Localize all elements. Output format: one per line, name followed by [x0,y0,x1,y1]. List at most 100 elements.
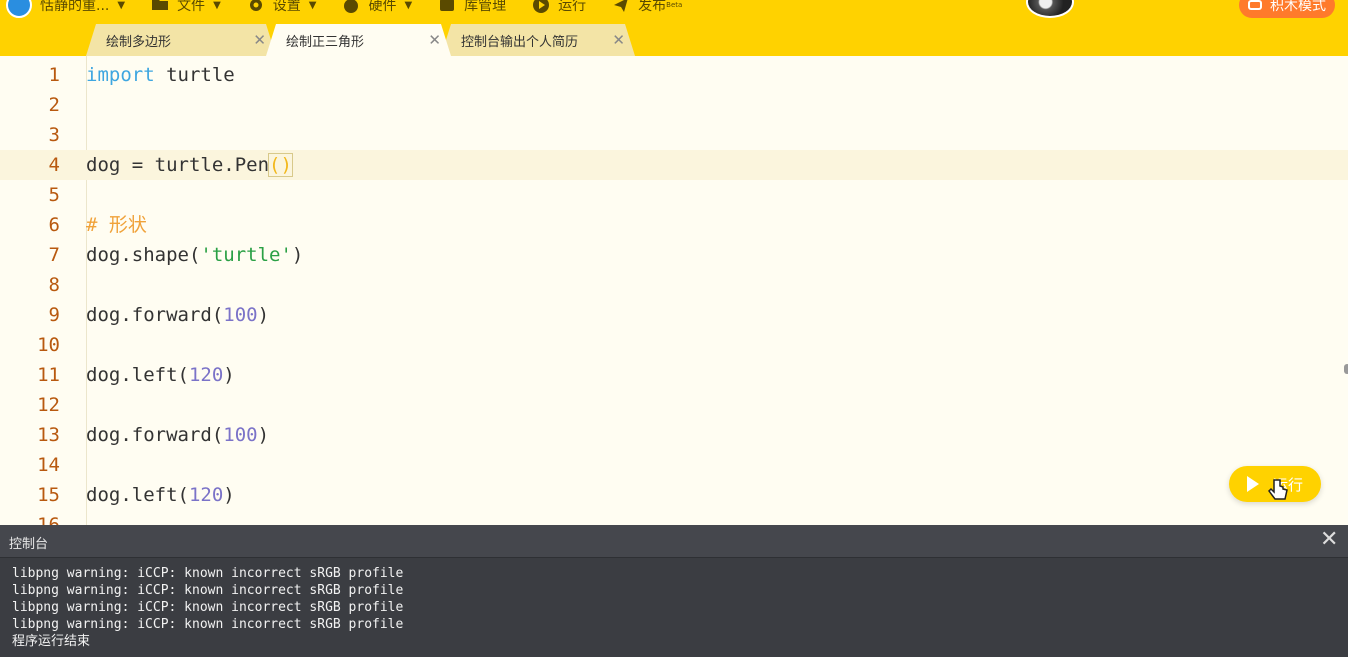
play-icon [1246,476,1259,492]
code-token: dog = turtle.Pen [86,154,270,176]
send-icon [612,0,630,14]
console-line: libpng warning: iCCP: known incorrect sR… [12,600,404,615]
line-number: 2 [48,94,60,116]
menu-library[interactable]: 库管理 [438,0,506,15]
tab-console-resume[interactable]: 控制台输出个人简历 ✕ [441,24,635,56]
line-number: 12 [37,394,60,416]
menu-bar: 恬静的重... ▼ 文件 ▼ 设置 ▼ 硬件 ▼ 库管理 运行 发布 Beta [0,0,708,16]
code-token: ) [257,424,270,446]
code-token: import [86,64,155,86]
code-line[interactable]: 14 [0,450,1348,480]
code-line[interactable]: 13 dog.forward(100) [0,420,1348,450]
close-icon[interactable]: ✕ [418,31,441,49]
code-token: ) [223,364,235,386]
console-line: libpng warning: iCCP: known incorrect sR… [12,617,404,632]
code-token: 'turtle' [200,244,292,266]
chevron-down-icon: ▼ [213,0,221,11]
line-number: 16 [37,514,60,525]
line-number: 3 [48,124,60,146]
code-token: dog.forward( [86,304,224,326]
close-icon[interactable]: ✕ [602,31,625,49]
code-token: ) [223,484,235,506]
line-number: 7 [48,244,60,266]
code-token: ) [257,304,270,326]
line-number: 10 [37,334,60,356]
tab-draw-triangle[interactable]: 绘制正三角形 ✕ [266,24,451,56]
chevron-down-icon: ▼ [308,0,317,11]
code-token: 100 [223,304,258,326]
console-output: libpng warning: iCCP: known incorrect sR… [12,565,403,650]
beta-badge: Beta [666,1,683,9]
code-token: ) [291,244,304,266]
menu-publish[interactable]: 发布 Beta [612,0,682,15]
code-text: dog = turtle.Pen() [86,150,293,180]
tab-label: 绘制正三角形 [286,34,365,50]
close-icon[interactable]: ✕ [1320,527,1338,552]
menu-settings[interactable]: 设置 ▼ [247,0,317,15]
code-token: dog.forward( [86,424,224,446]
user-avatar[interactable] [1026,0,1074,18]
hand-cursor-icon [1268,478,1288,508]
line-number: 6 [48,214,60,236]
code-text: dog.left(120) [86,480,235,510]
code-editor[interactable]: 1 import turtle 2 3 4 dog = turtle.Pen() 5 6 # 形… [0,56,1348,525]
scrollbar[interactable] [1344,364,1348,374]
console-panel: 控制台 ✕ libpng warning: iCCP: known incorr… [0,525,1348,657]
console-title: 控制台 [9,537,49,552]
code-line[interactable]: 6 # 形状 [0,210,1348,240]
code-line[interactable]: 4 dog = turtle.Pen() [0,150,1348,180]
code-token: dog.left( [86,364,189,386]
menu-settings-label: 设置 [272,0,301,14]
code-token: 120 [188,364,224,386]
code-text: dog.forward(100) [86,300,269,330]
blocks-icon [1248,0,1262,10]
code-token: dog.shape( [86,244,201,266]
gear-icon [247,0,265,14]
code-text: dog.forward(100) [86,420,269,450]
code-token: 100 [223,424,258,446]
menu-file-label: 文件 [177,0,206,14]
code-line[interactable]: 1 import turtle [0,60,1348,90]
block-mode-label: 积木模式 [1270,0,1326,14]
line-number: 13 [37,424,60,446]
line-number: 1 [48,64,60,86]
code-line[interactable]: 11 dog.left(120) [0,360,1348,390]
user-menu[interactable]: 恬静的重... ▼ [40,0,125,15]
close-icon[interactable]: ✕ [243,31,266,49]
block-mode-button[interactable]: 积木模式 [1239,0,1335,18]
code-token: dog.left( [86,484,189,506]
tab-label: 绘制多边形 [106,34,172,50]
code-line[interactable]: 10 [0,330,1348,360]
menu-run-label: 运行 [558,0,587,14]
code-line[interactable]: 5 [0,180,1348,210]
code-line[interactable]: 8 [0,270,1348,300]
code-text: dog.left(120) [86,360,235,390]
code-line[interactable]: 7 dog.shape('turtle') [0,240,1348,270]
code-line[interactable]: 12 [0,390,1348,420]
console-line: 程序运行结束 [12,634,91,649]
tab-draw-polygon[interactable]: 绘制多边形 ✕ [86,24,276,56]
menu-file[interactable]: 文件 ▼ [151,0,221,15]
menu-library-label: 库管理 [464,0,507,14]
code-line[interactable]: 3 [0,120,1348,150]
file-tabs: 绘制多边形 ✕ 绘制正三角形 ✕ 控制台输出个人简历 ✕ [86,24,625,56]
line-number: 4 [48,154,60,176]
chevron-down-icon: ▼ [117,0,126,11]
menu-run[interactable]: 运行 [532,0,586,15]
user-name: 恬静的重... [40,0,110,14]
code-token: 120 [188,484,224,506]
menu-publish-label: 发布 [638,0,667,14]
line-number: 11 [37,364,60,386]
code-line[interactable]: 2 [0,90,1348,120]
menu-hardware-label: 硬件 [368,0,397,14]
line-number: 5 [48,184,60,206]
code-line[interactable]: 16 [0,510,1348,525]
code-line[interactable]: 9 dog.forward(100) [0,300,1348,330]
line-number: 8 [48,274,60,296]
menu-hardware[interactable]: 硬件 ▼ [342,0,412,15]
chevron-down-icon: ▼ [404,0,413,11]
code-text: import turtle [86,60,235,90]
line-number: 15 [37,484,60,506]
code-token: # 形状 [86,214,147,236]
code-line[interactable]: 15 dog.left(120) [0,480,1348,510]
